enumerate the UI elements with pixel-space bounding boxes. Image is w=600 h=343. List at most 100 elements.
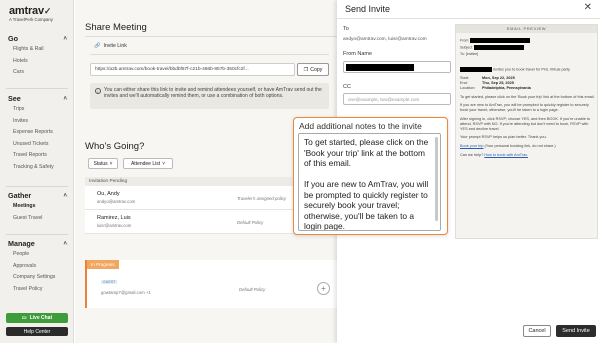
redacted-value [460, 67, 492, 72]
divider [90, 54, 329, 55]
sidebar-item-travel-policy[interactable]: Travel Policy [0, 284, 74, 296]
copy-button[interactable]: ❐ Copy [297, 63, 329, 76]
sidebar-item-travel-reports[interactable]: Travel Reports [0, 150, 74, 162]
modal-title: Send Invite [345, 4, 391, 14]
guest-badge: GUEST [101, 280, 118, 284]
nav-head-go[interactable]: Go ˄ [0, 33, 74, 44]
divider [6, 234, 68, 235]
nav-section-gather: Gather ˄ Meetings Guest Travel [0, 190, 74, 224]
sidebar-item-guest-travel[interactable]: Guest Travel [0, 213, 74, 225]
preview-paragraph: After signing in, click RSVP; choose YES… [460, 117, 591, 131]
link-icon: 🔗 [94, 43, 101, 49]
nav-section-see: See ˄ Trips Invites Expense Reports Unuse… [0, 93, 74, 173]
attendee-email: andyo@amtrav.com [97, 199, 136, 204]
attendee-policy: Traveler's assigned policy [237, 196, 286, 201]
redacted-value [474, 45, 524, 50]
sidebar-item-flights-rail[interactable]: Flights & Rail [0, 44, 74, 56]
chevron-down-icon: ˅ [109, 160, 113, 167]
preview-body: invites you to book travel for PHL Virtu… [460, 67, 595, 162]
info-box: i You can either share this link to invi… [90, 83, 329, 109]
live-chat-button[interactable]: ▭ Live Chat [6, 313, 68, 323]
divider [6, 186, 68, 187]
sidebar-item-tracking-safety[interactable]: Tracking & Safety [0, 162, 74, 174]
in-progress-group: In Progress GUEST gowtamp7@gmail.com +1 … [85, 260, 339, 308]
sidebar-item-hotels[interactable]: Hotels [0, 56, 74, 68]
nav-section-manage: Manage ˄ People Approvals Company Setting… [0, 238, 74, 295]
notes-title: Add additional notes to the invite [299, 121, 422, 131]
preview-location: Location: Philadelphia, Pennsylvania [460, 85, 531, 90]
chevron-up-icon: ˄ [63, 35, 67, 42]
help-center-button[interactable]: Help Center [6, 327, 68, 336]
redacted-value [346, 64, 414, 71]
cancel-button[interactable]: Cancel [523, 325, 551, 337]
guest-email: gowtamp7@gmail.com +1 [101, 290, 151, 295]
cc-field[interactable]: one@example, two@example.com [343, 93, 451, 105]
preview-paragraph: Your prompt RSVP helps us plan better. T… [460, 135, 547, 140]
divider [6, 88, 68, 89]
logo-subtitle: A TravelPerk Company [9, 17, 53, 22]
sidebar-item-expense-reports[interactable]: Expense Reports [0, 127, 74, 139]
preview-paragraph: If you are new to AmTrav, you will be pr… [460, 103, 589, 113]
chat-bubble-icon: ▭ [21, 315, 27, 321]
attendee-name: Ou, Andy [97, 191, 120, 197]
scrollbar[interactable] [435, 137, 438, 221]
preview-intro: invites you to book travel for PHL Virtu… [460, 67, 595, 72]
email-preview: EMAIL PREVIEW From: Subject: To: [invite… [455, 24, 598, 239]
preview-from: From: [460, 38, 531, 43]
logo-mark-icon: ✓ [43, 6, 52, 16]
sidebar-item-company-settings[interactable]: Company Settings [0, 272, 74, 284]
sidebar-item-unused-tickets[interactable]: Unused Tickets [0, 139, 74, 151]
preview-to: To: [invitee] [460, 52, 479, 56]
close-icon[interactable]: ✕ [584, 2, 592, 13]
info-icon: i [95, 88, 101, 94]
nav-section-go: Go ˄ Flights & Rail Hotels Cars [0, 33, 74, 79]
invite-link-field[interactable]: https://a2b.amtrav.com/book-travel/bbdbf… [90, 63, 295, 76]
chevron-up-icon: ˄ [63, 192, 67, 199]
notes-text: To get started, please click on the 'Boo… [304, 137, 429, 231]
copy-icon: ❐ [303, 66, 309, 73]
chevron-down-icon: ˅ [162, 160, 166, 167]
cc-placeholder: one@example, two@example.com [348, 97, 420, 102]
attendee-list-filter-button[interactable]: Attendee List ˅ [123, 158, 173, 169]
to-recipients: andyo@amtrav.com, luisr@amtrav.com [343, 37, 427, 42]
sidebar-item-meetings[interactable]: Meetings [0, 201, 74, 213]
notes-textarea[interactable]: To get started, please click on the 'Boo… [298, 133, 441, 231]
in-progress-badge: In Progress [87, 260, 119, 269]
whos-going-heading: Who's Going? [85, 141, 145, 152]
nav-head-see[interactable]: See ˄ [0, 93, 74, 104]
preview-help-line: Can we help? How to book with AmTrav. [460, 153, 528, 158]
attendee-policy: Default Policy [237, 220, 264, 225]
amtrav-logo[interactable]: amtrav✓ A TravelPerk Company [9, 5, 53, 22]
chevron-up-icon: ˄ [63, 240, 67, 247]
attendee-email: luisr@amtrav.com [97, 223, 132, 228]
nav-head-gather[interactable]: Gather ˄ [0, 190, 74, 201]
divider [85, 36, 339, 37]
sidebar-item-people[interactable]: People [0, 249, 74, 261]
live-chat-label: Live Chat [29, 315, 53, 321]
email-preview-header: EMAIL PREVIEW [456, 25, 597, 33]
chevron-up-icon: ˄ [63, 95, 67, 102]
nav-head-manage[interactable]: Manage ˄ [0, 238, 74, 249]
invite-link-label: 🔗 Invite Link [94, 43, 127, 49]
guest-policy: Default Policy [239, 287, 266, 292]
book-your-trip-link[interactable]: Book your trip [460, 144, 483, 148]
redacted-value [470, 38, 531, 43]
sidebar-item-cars[interactable]: Cars [0, 67, 74, 79]
send-invite-button[interactable]: Send Invite [556, 325, 596, 337]
sidebar-item-invites[interactable]: Invites [0, 116, 74, 128]
from-name-field[interactable] [343, 61, 451, 73]
preview-paragraph: To get started, please click on the 'Boo… [460, 94, 595, 99]
sidebar-item-trips[interactable]: Trips [0, 104, 74, 116]
how-to-book-link[interactable]: How to book with AmTrav. [484, 153, 528, 157]
attendee-name: Ramirez, Luis [97, 215, 131, 221]
sidebar: amtrav✓ A TravelPerk Company Go ˄ Flights… [0, 0, 74, 343]
info-text: You can either share this link to invite… [104, 87, 322, 100]
page-title: Share Meeting [85, 22, 147, 33]
preview-subject: Subject: [460, 45, 524, 50]
preview-book-line: Book your trip (Your personal booking li… [460, 144, 556, 149]
sidebar-item-approvals[interactable]: Approvals [0, 261, 74, 273]
from-name-label: From Name [343, 51, 373, 57]
status-filter-button[interactable]: Status ˅ [88, 158, 118, 169]
to-label: To [343, 26, 349, 32]
add-icon[interactable]: + [317, 282, 330, 295]
